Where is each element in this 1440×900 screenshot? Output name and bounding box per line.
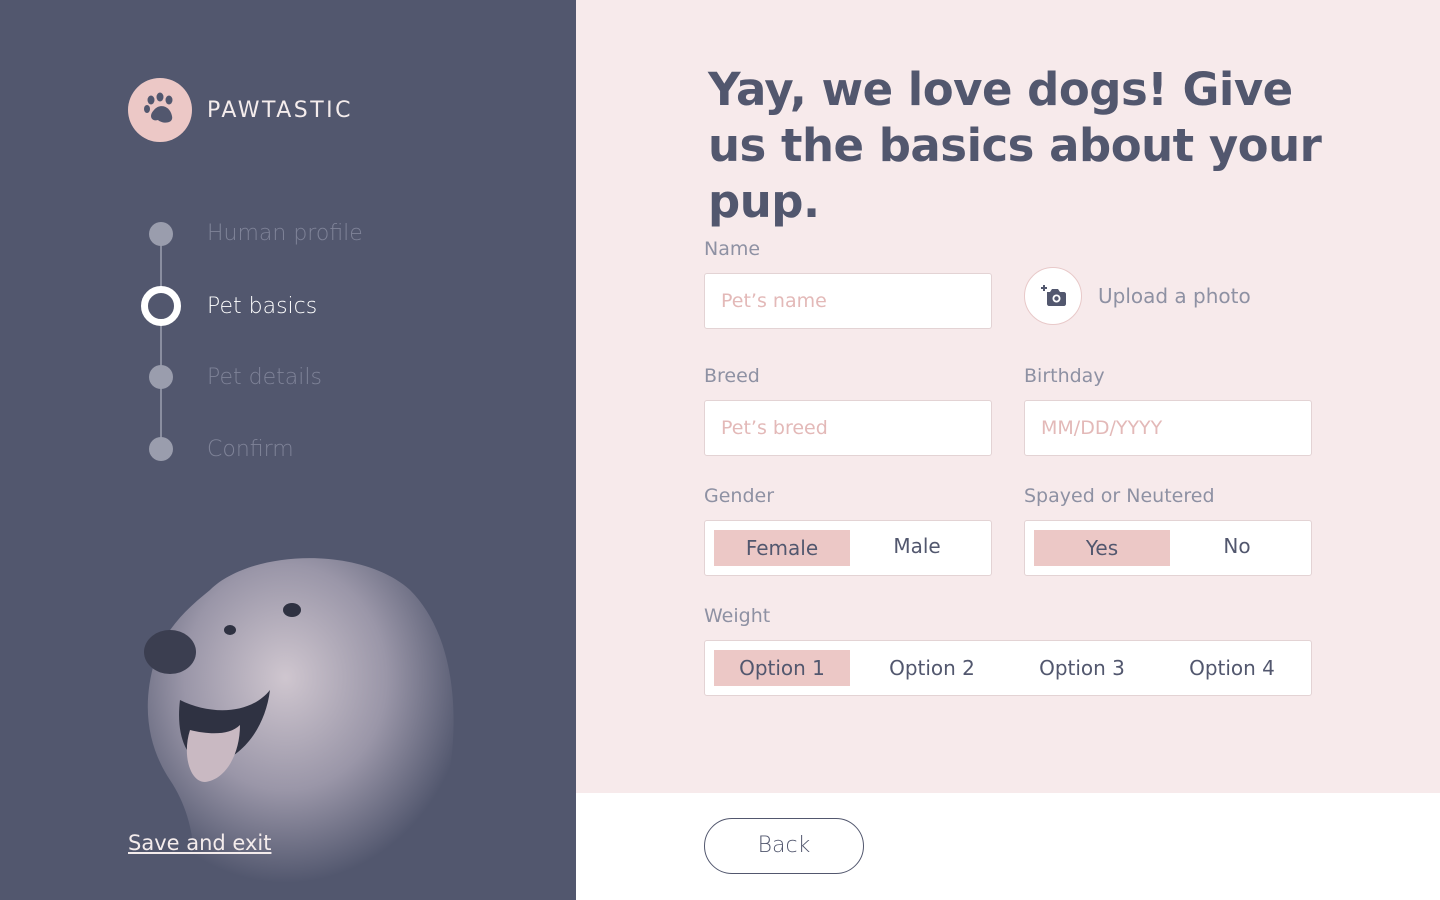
step-dot xyxy=(149,365,173,389)
birthday-input[interactable]: MM/DD/YYYY xyxy=(1024,400,1312,456)
weight-selector: Option 1 Option 2 Option 3 Option 4 xyxy=(704,640,1312,696)
logo-badge xyxy=(128,78,192,142)
back-button[interactable]: Back xyxy=(704,818,864,874)
page-heading: Yay, we love dogs! Give us the basics ab… xyxy=(708,63,1322,228)
name-label: Name xyxy=(704,238,761,260)
step-label: Human profile xyxy=(207,220,363,246)
progress-line xyxy=(160,240,162,452)
weight-option-2[interactable]: Option 2 xyxy=(864,650,1000,686)
spayed-option-yes[interactable]: Yes xyxy=(1034,530,1170,566)
pet-name-input[interactable]: Pet’s name xyxy=(704,273,992,329)
gender-option-male[interactable]: Male xyxy=(849,528,985,564)
sidebar: PAWTASTIC Human profile Pet basics Pet d… xyxy=(0,0,576,900)
gender-label: Gender xyxy=(704,485,775,507)
main-form-area: Yay, we love dogs! Give us the basics ab… xyxy=(576,0,1440,793)
spayed-neutered-toggle: Yes No xyxy=(1024,520,1312,576)
upload-photo-button[interactable] xyxy=(1024,267,1082,325)
brand-logo[interactable]: PAWTASTIC xyxy=(128,78,353,142)
spayed-option-no[interactable]: No xyxy=(1169,528,1305,564)
step-pet-basics[interactable]: Pet basics xyxy=(141,286,317,326)
step-label: Confirm xyxy=(207,436,294,462)
weight-option-3[interactable]: Option 3 xyxy=(1014,650,1150,686)
pet-breed-input[interactable]: Pet’s breed xyxy=(704,400,992,456)
gender-toggle: Female Male xyxy=(704,520,992,576)
camera-add-icon xyxy=(1041,285,1066,306)
weight-label: Weight xyxy=(704,605,771,627)
birthday-label: Birthday xyxy=(1024,365,1105,387)
form-footer: Back xyxy=(576,793,1440,900)
step-human-profile[interactable]: Human profile xyxy=(141,220,363,246)
spayed-neutered-label: Spayed or Neutered xyxy=(1024,485,1215,507)
paw-icon xyxy=(144,92,173,123)
weight-option-1[interactable]: Option 1 xyxy=(714,650,850,686)
step-pet-details[interactable]: Pet details xyxy=(141,365,322,390)
step-confirm[interactable]: Confirm xyxy=(141,437,294,462)
breed-label: Breed xyxy=(704,365,760,387)
step-dot xyxy=(149,437,173,461)
gender-option-female[interactable]: Female xyxy=(714,530,850,566)
step-label: Pet details xyxy=(207,364,322,390)
save-and-exit-link[interactable]: Save and exit xyxy=(128,831,271,855)
weight-option-4[interactable]: Option 4 xyxy=(1164,650,1300,686)
brand-name: PAWTASTIC xyxy=(207,97,353,123)
step-dot xyxy=(149,222,173,246)
step-dot-active xyxy=(141,286,181,326)
upload-photo-label[interactable]: Upload a photo xyxy=(1098,284,1251,308)
step-label: Pet basics xyxy=(207,293,318,319)
